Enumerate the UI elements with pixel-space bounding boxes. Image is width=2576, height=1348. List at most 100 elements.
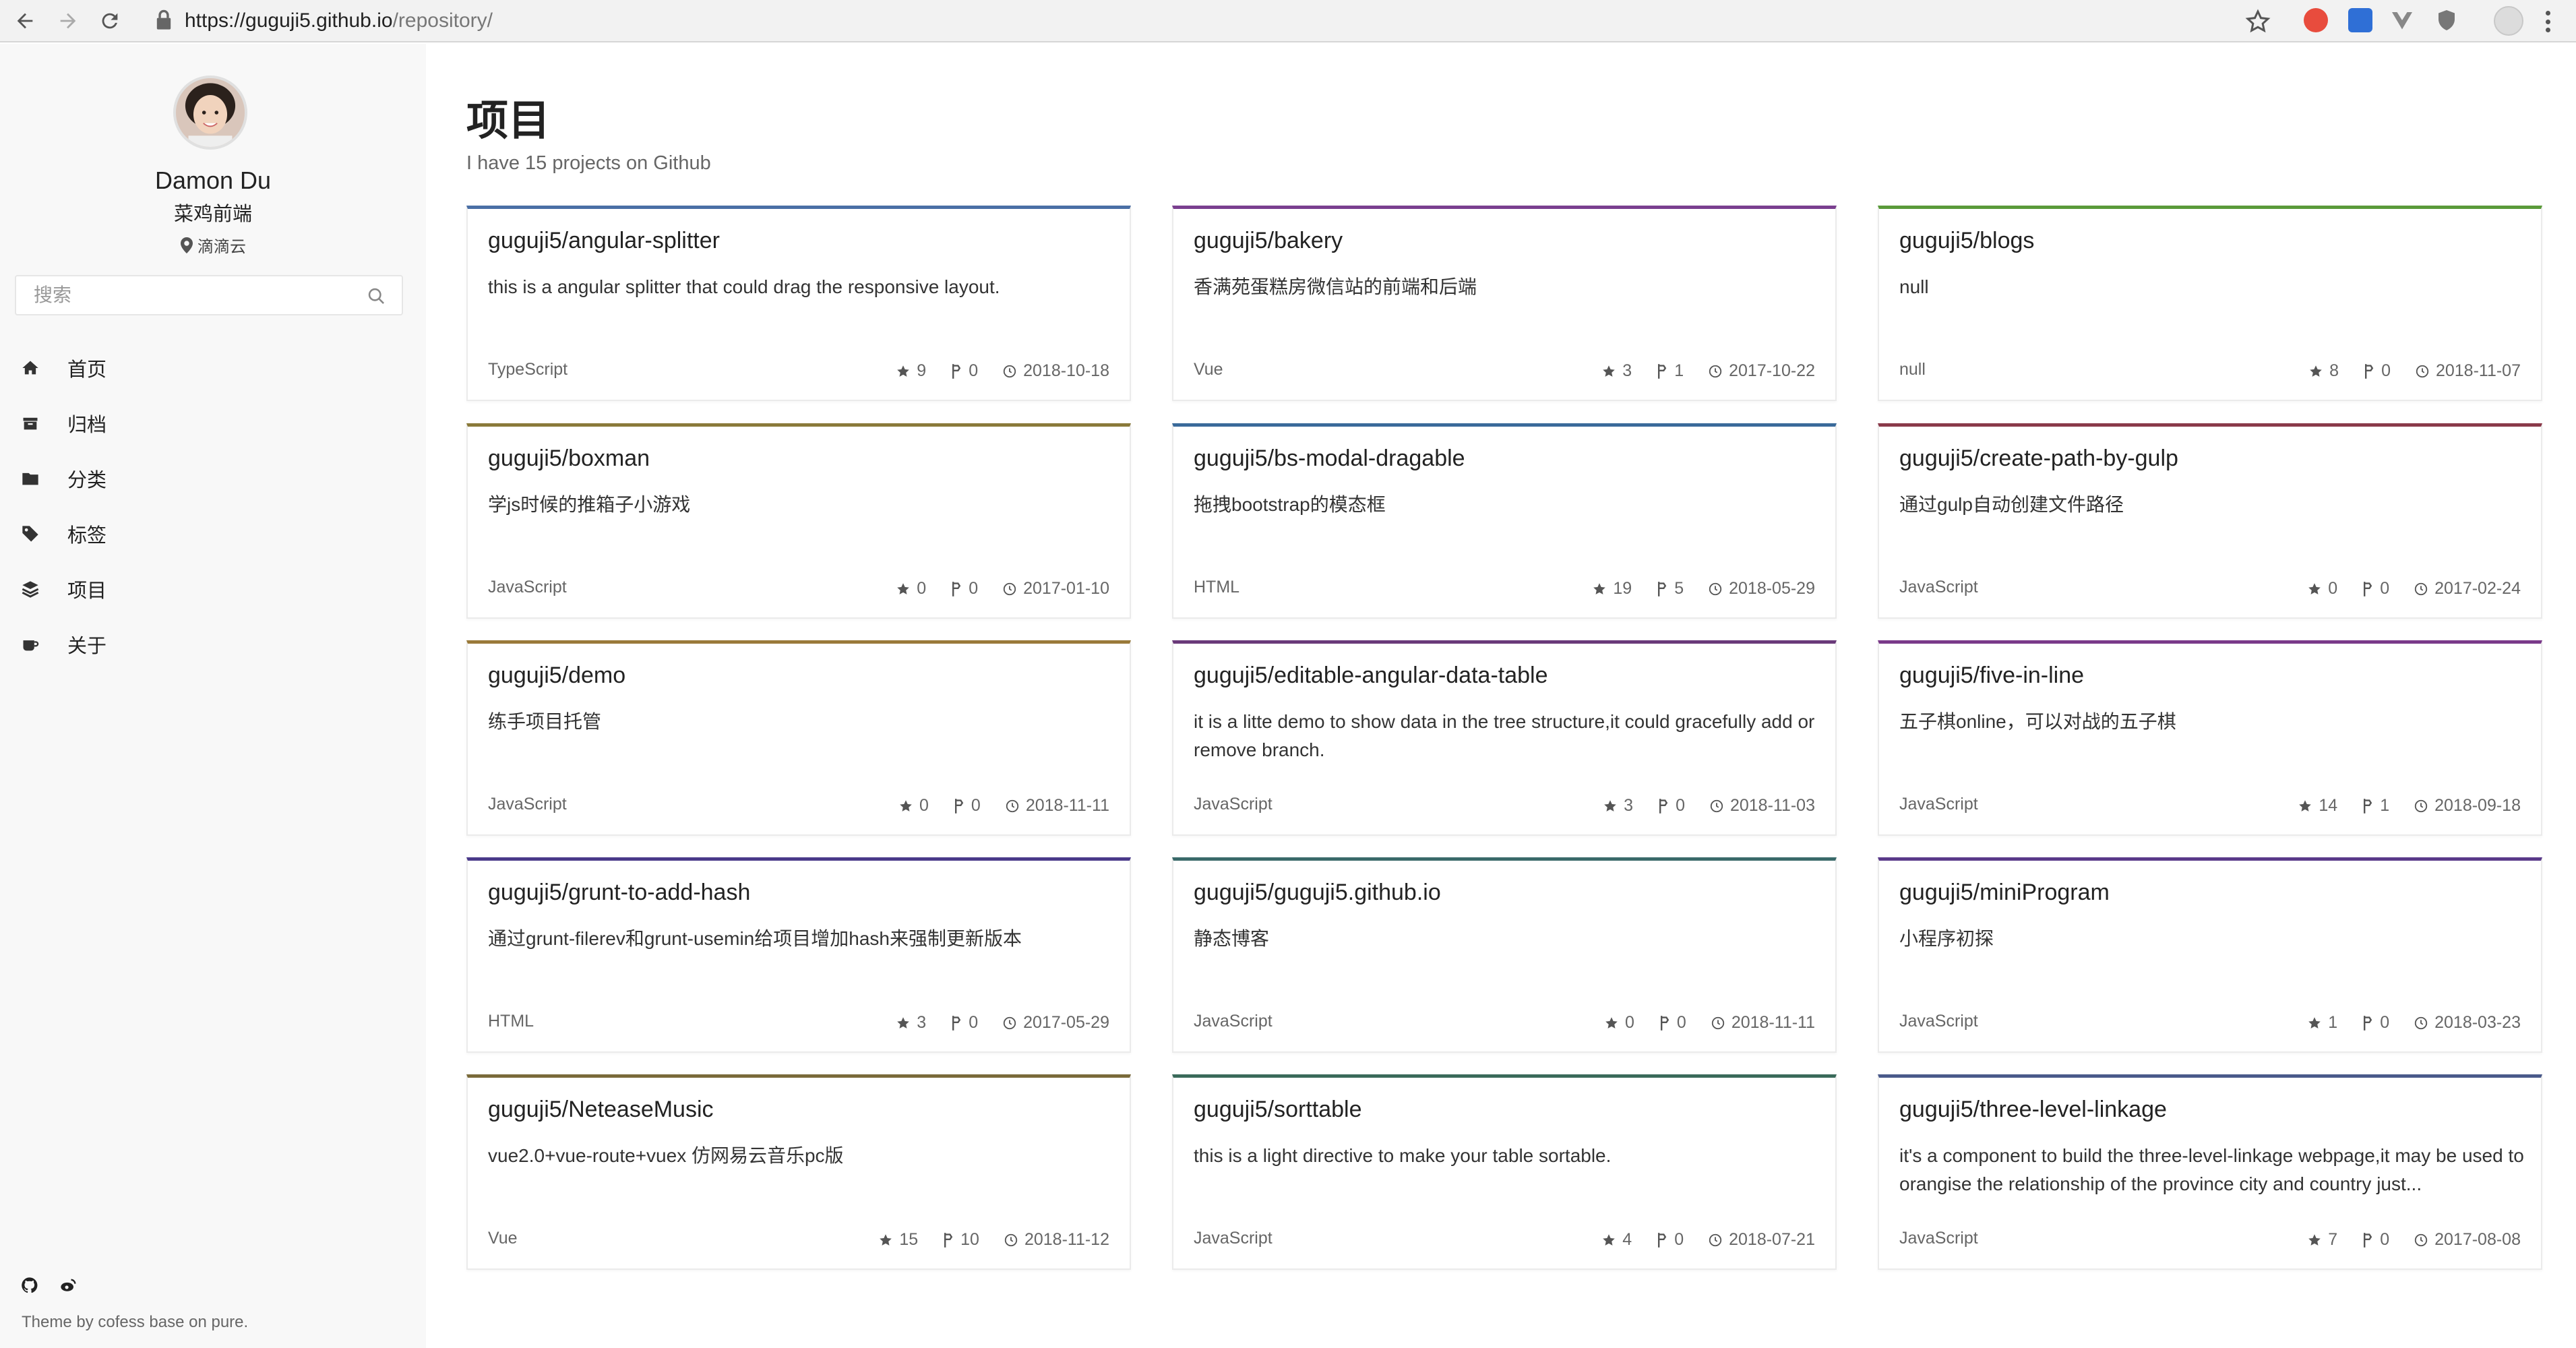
project-card[interactable]: guguji5/bs-modal-dragable 拖拽bootstrap的模态框… (1172, 423, 1837, 619)
star-count-value: 8 (2329, 361, 2339, 380)
star-count-value: 0 (2328, 579, 2338, 598)
updated-date-value: 2018-03-23 (2434, 1013, 2521, 1032)
project-card[interactable]: guguji5/editable-angular-data-table it is… (1172, 640, 1837, 836)
project-stats: 0 0 2018-11-11 (874, 796, 1109, 816)
branch-icon (952, 581, 961, 596)
back-button[interactable] (9, 5, 40, 36)
project-card[interactable]: guguji5/grunt-to-add-hash 通过grunt-filerev… (466, 857, 1131, 1053)
project-name[interactable]: guguji5/five-in-line (1899, 663, 2084, 689)
project-card[interactable]: guguji5/three-level-linkage it's a compon… (1878, 1074, 2542, 1270)
project-name[interactable]: guguji5/three-level-linkage (1899, 1097, 2167, 1123)
sidebar-item-label: 分类 (67, 470, 107, 491)
project-name[interactable]: guguji5/boxman (488, 446, 650, 472)
updated-date-value: 2018-05-29 (1729, 579, 1815, 598)
project-name[interactable]: guguji5/create-path-by-gulp (1899, 446, 2178, 472)
author-avatar[interactable] (173, 75, 247, 150)
forward-button[interactable] (53, 5, 84, 36)
project-card[interactable]: guguji5/sorttable this is a light directi… (1172, 1074, 1837, 1270)
project-card[interactable]: guguji5/guguji5.github.io 静态博客 JavaScript 0… (1172, 857, 1837, 1053)
star-count-value: 14 (2319, 796, 2338, 815)
sidebar-item-categories[interactable]: 分类 (0, 451, 426, 506)
project-name[interactable]: guguji5/editable-angular-data-table (1194, 663, 1548, 689)
updated-date-value: 2018-11-11 (1025, 796, 1109, 815)
updated-date: 2018-11-03 (1709, 796, 1815, 816)
branch-icon (1658, 581, 1667, 596)
sidebar: Damon Du 菜鸡前端 滴滴云 首页 归档 分类 标签 项目 (0, 44, 426, 1348)
fork-count-value: 1 (1674, 361, 1684, 380)
url-host: https://guguji5.github.io (185, 9, 393, 32)
search-input[interactable] (16, 276, 340, 314)
sidebar-item-tags[interactable]: 标签 (0, 506, 426, 561)
clock-icon (1710, 799, 1723, 812)
sidebar-item-projects[interactable]: 项目 (0, 561, 426, 617)
author-title: 菜鸡前端 (173, 204, 252, 225)
vue-extension-icon[interactable] (2390, 8, 2414, 32)
project-description: 小程序初探 (1899, 928, 1994, 949)
sidebar-item-home[interactable]: 首页 (0, 340, 426, 396)
star-count: 14 (2298, 796, 2337, 816)
branch-icon (2364, 1015, 2372, 1031)
reload-button[interactable] (94, 5, 125, 36)
project-stats: 1 0 2018-03-23 (2283, 1013, 2521, 1033)
theme-credit: Theme by cofess base on pure. (22, 1313, 249, 1331)
sidebar-menu: 首页 归档 分类 标签 项目 关于 (0, 340, 426, 672)
project-stats: 4 0 2018-07-21 (1577, 1230, 1815, 1250)
project-name[interactable]: guguji5/blogs (1899, 228, 2034, 254)
updated-date: 2018-05-29 (1708, 579, 1815, 599)
browser-toolbar: https://guguji5.github.io/repository/ (0, 0, 2576, 42)
project-card[interactable]: guguji5/miniProgram 小程序初探 JavaScript 1 0 2018… (1878, 857, 2542, 1053)
project-card[interactable]: guguji5/bakery 香满苑蛋糕房微信站的前端和后端 Vue 3 1 2017-1… (1172, 206, 1837, 401)
project-card[interactable]: guguji5/angular-splitter this is a angula… (466, 206, 1131, 401)
sidebar-item-label: 项目 (67, 580, 107, 602)
home-icon (20, 358, 40, 378)
fork-count: 0 (1656, 1230, 1684, 1250)
profile-avatar[interactable] (2494, 6, 2523, 36)
star-icon (897, 365, 910, 377)
github-icon[interactable] (20, 1276, 39, 1295)
reload-icon (102, 13, 118, 29)
weibo-extension-icon[interactable] (2304, 8, 2328, 32)
project-name[interactable]: guguji5/miniProgram (1899, 880, 2110, 906)
project-card[interactable]: guguji5/NeteaseMusic vue2.0+vue-route+vue… (466, 1074, 1131, 1270)
project-description: 练手项目托管 (488, 711, 602, 732)
sidebar-item-about[interactable]: 关于 (0, 617, 426, 672)
star-count-value: 3 (1624, 796, 1634, 815)
project-name[interactable]: guguji5/grunt-to-add-hash (488, 880, 750, 906)
coffee-icon (20, 634, 40, 654)
project-card[interactable]: guguji5/five-in-line 五子棋online，可以对战的五子棋 Ja… (1878, 640, 2542, 836)
project-card[interactable]: guguji5/create-path-by-gulp 通过gulp自动创建文件路… (1878, 423, 2542, 619)
sidebar-item-archive[interactable]: 归档 (0, 396, 426, 451)
clock-icon (2416, 365, 2429, 377)
search-icon[interactable] (367, 286, 386, 305)
project-language: JavaScript (488, 795, 567, 814)
clock-icon (2414, 799, 2428, 812)
project-name[interactable]: guguji5/NeteaseMusic (488, 1097, 714, 1123)
project-card[interactable]: guguji5/boxman 学js时候的推箱子小游戏 JavaScript 0 0 20… (466, 423, 1131, 619)
project-name[interactable]: guguji5/bs-modal-dragable (1194, 446, 1465, 472)
project-card[interactable]: guguji5/demo 练手项目托管 JavaScript 0 0 2018-11-11 (466, 640, 1131, 836)
project-name[interactable]: guguji5/demo (488, 663, 625, 689)
project-name[interactable]: guguji5/guguji5.github.io (1194, 880, 1441, 906)
project-language: JavaScript (1194, 795, 1272, 814)
bookmark-star-icon[interactable] (2244, 8, 2271, 35)
star-icon (2308, 1233, 2321, 1246)
browser-menu-button[interactable] (2541, 8, 2554, 35)
weibo-icon[interactable] (59, 1276, 78, 1295)
project-stats: 14 1 2018-09-18 (2273, 796, 2521, 816)
star-count: 0 (898, 796, 929, 816)
project-name[interactable]: guguji5/bakery (1194, 228, 1343, 254)
arrow-right-icon (60, 13, 76, 29)
blue-extension-icon[interactable] (2348, 8, 2372, 32)
project-language: JavaScript (1194, 1012, 1272, 1031)
address-bar[interactable]: https://guguji5.github.io/repository/ (185, 6, 493, 36)
fork-count: 0 (950, 361, 978, 381)
project-stats: 0 0 2017-01-10 (871, 579, 1109, 599)
shield-extension-icon[interactable] (2434, 8, 2459, 32)
project-name[interactable]: guguji5/sorttable (1194, 1097, 1362, 1123)
project-name[interactable]: guguji5/angular-splitter (488, 228, 720, 254)
branch-icon (2364, 1232, 2372, 1248)
project-card[interactable]: guguji5/blogs null null 8 0 2018-11-07 (1878, 206, 2542, 401)
star-count: 15 (878, 1230, 918, 1250)
location-label: 滴滴云 (197, 238, 246, 256)
social-links (20, 1276, 78, 1295)
